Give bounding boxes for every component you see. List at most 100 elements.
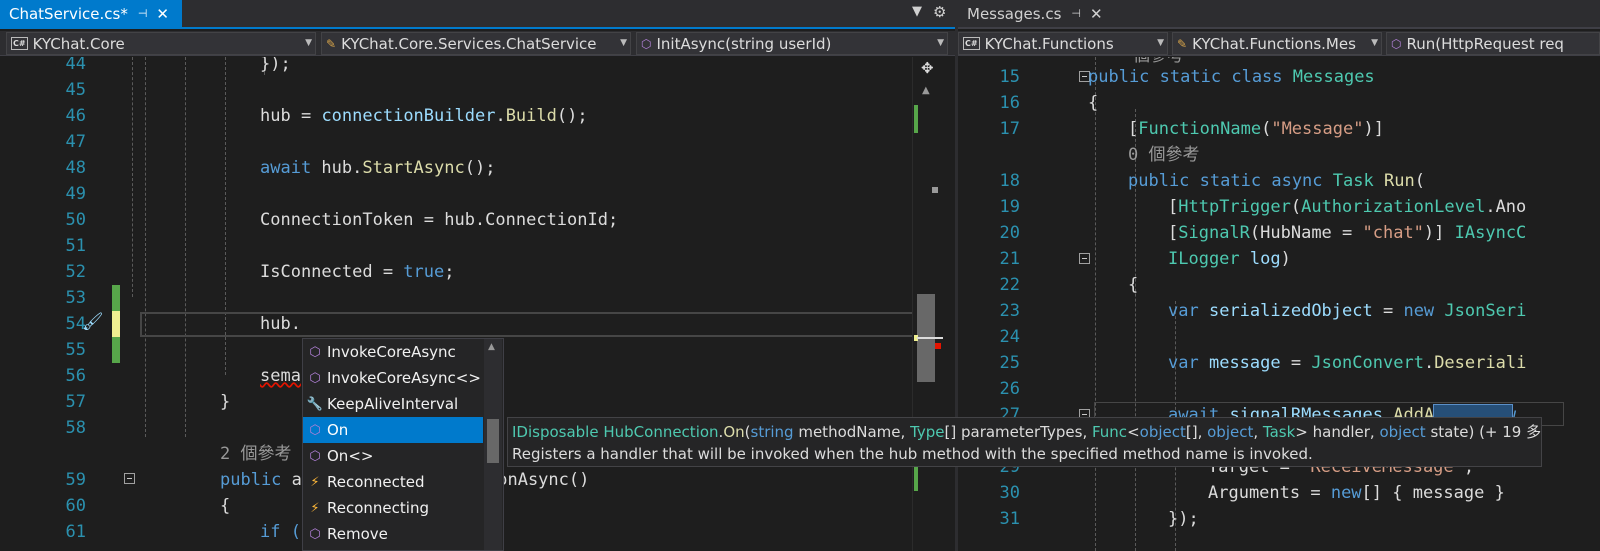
completion-item-label: On [327,421,349,439]
close-icon[interactable]: ✕ [1090,5,1103,23]
code-token: IAsyncC [1454,223,1527,243]
code-token: (); [464,158,496,178]
line-number: 21 [999,249,1020,269]
code-text: hub. [260,311,301,337]
code-token: . [1423,353,1435,373]
completion-item-label: InvokeCoreAsync [327,343,456,361]
close-icon[interactable]: ✕ [156,5,169,23]
type-dropdown[interactable]: ✎ KYChat.Functions.Mes ▼ [1172,32,1382,55]
line-number: 60 [65,496,86,516]
line-number: 52 [65,262,86,282]
member-dropdown[interactable]: ⬡ Run(HttpRequest req [1386,32,1600,55]
completion-item[interactable]: ⬡ On<> [303,443,483,469]
completion-item-label: Remove [327,525,388,543]
scroll-up-icon[interactable]: ▲ [488,342,495,352]
code-line: 53 [0,285,955,311]
completion-scrollbar-thumb[interactable] [487,419,499,463]
code-token: serializedObject [1208,301,1373,321]
tab-list-dropdown-icon[interactable]: ▼ [912,4,922,19]
signature-token: Task [1262,423,1296,441]
code-text: { [220,493,230,519]
type-dropdown[interactable]: ✎ KYChat.Core.Services.ChatService ▼ [321,32,631,55]
code-token: AuthorizationLevel [1301,197,1486,217]
code-text: [HttpTrigger(AuthorizationLevel.Ano [1168,194,1526,220]
code-text: } [220,389,230,415]
code-text: public static class Messages [1088,64,1375,90]
intellisense-completion-list[interactable]: ⬡ InvokeCoreAsync ⬡ InvokeCoreAsync<> 🔧 KeepA… [302,338,504,551]
line-number: 22 [999,275,1020,295]
code-token: await [260,158,312,178]
line-number: 18 [999,171,1020,191]
code-line: 48 await hub.StartAsync(); [0,155,955,181]
right-code-editor[interactable]: 個參考 15public static class Messages16{17[… [958,57,1600,551]
method-description: Registers a handler that will be invoked… [512,445,1313,463]
right-navigation-bar: C# KYChat.Functions ▼ ✎ KYChat.Functions… [958,31,1600,56]
signature-token: methodName, [793,423,911,441]
tab-title: Messages.cs [967,4,1062,23]
scrollbar-change-marker [914,105,918,133]
chevron-down-icon: ▼ [620,38,627,48]
code-line: 49 [0,181,955,207]
scroll-up-icon[interactable]: ▲ [922,85,930,96]
signature-token: IDisposable [512,423,604,441]
pin-icon[interactable]: ⊣ [138,7,148,20]
code-text: [FunctionName("Message")] [1128,116,1384,142]
code-line: 30 Arguments = new[] { message } [958,480,1600,506]
right-tabstrip: Messages.cs ⊣ ✕ [958,0,1600,29]
member-dropdown[interactable]: ⬡ InitAsync(string userId) ▼ [636,32,948,55]
completion-item[interactable]: ⬡ On [303,417,483,443]
type-dropdown-label: KYChat.Functions.Mes [1192,34,1356,53]
line-number: 54 [65,314,86,334]
code-line: 22 { [958,272,1600,298]
completion-item[interactable]: ⬡ InvokeCoreAsync<> [303,365,483,391]
completion-item-label: InvokeCoreAsync<> [327,369,481,387]
code-token: ( [1261,119,1272,139]
code-token: { [220,496,231,516]
code-token: (HubName = [1249,223,1363,243]
signature-token: object [1207,423,1254,441]
left-vertical-scrollbar[interactable]: ✥ ▲ [912,57,947,551]
completion-item[interactable]: ⚡ Reconnected [303,469,483,495]
code-token: public [1088,67,1150,87]
code-token: JsonConvert [1311,353,1424,373]
completion-item[interactable]: ⬡ InvokeCoreAsync [303,339,483,365]
tab-title: ChatService.cs* [9,4,128,23]
scrollbar-error-marker [935,343,941,349]
signature-token: , [1253,423,1263,441]
signature-token: < [1127,423,1140,441]
tab-messages[interactable]: Messages.cs ⊣ ✕ [958,0,1118,27]
line-number: 46 [65,106,86,126]
completion-item[interactable]: 🔧 KeepAliveInterval [303,391,483,417]
code-text: if ( [260,519,301,545]
code-text: IsConnected = true; [260,259,455,285]
scrollbar-marker [932,187,938,193]
project-dropdown[interactable]: C# KYChat.Functions ▼ [958,32,1168,55]
code-token: log [1249,249,1281,269]
completion-item[interactable]: ⚡ Reconnecting [303,495,483,521]
code-line: 17 [FunctionName("Message")] [958,116,1600,142]
completion-scrollbar[interactable]: ▲ [484,339,502,550]
tab-chatservice[interactable]: ChatService.cs* ⊣ ✕ [0,0,182,27]
code-line: 21 ILogger log) [958,246,1600,272]
code-token: )] [1423,223,1455,243]
generic-method-icon: ⬡ [309,448,321,464]
chevron-down-icon: ▼ [1157,38,1164,48]
line-number: 30 [999,483,1020,503]
csharp-project-icon: C# [11,37,28,50]
project-dropdown[interactable]: C# KYChat.Core ▼ [6,32,316,55]
code-line: 52 IsConnected = true; [0,259,955,285]
line-number: 58 [65,418,86,438]
code-text: 0 個參考 [1128,142,1199,168]
split-window-icon[interactable]: ✥ [921,59,934,77]
signature-token: [], [1185,423,1208,441]
code-token: FunctionName [1138,119,1262,139]
pin-icon[interactable]: ⊣ [1071,7,1081,20]
completion-item[interactable]: ⬡ Remove [303,521,483,547]
line-number: 15 [999,67,1020,87]
line-number: 24 [999,327,1020,347]
code-text: [SignalR(HubName = "chat")] IAsyncC [1168,220,1526,246]
gear-icon[interactable]: ⚙ [933,3,946,21]
code-text: 2 個參考 [220,441,291,467]
